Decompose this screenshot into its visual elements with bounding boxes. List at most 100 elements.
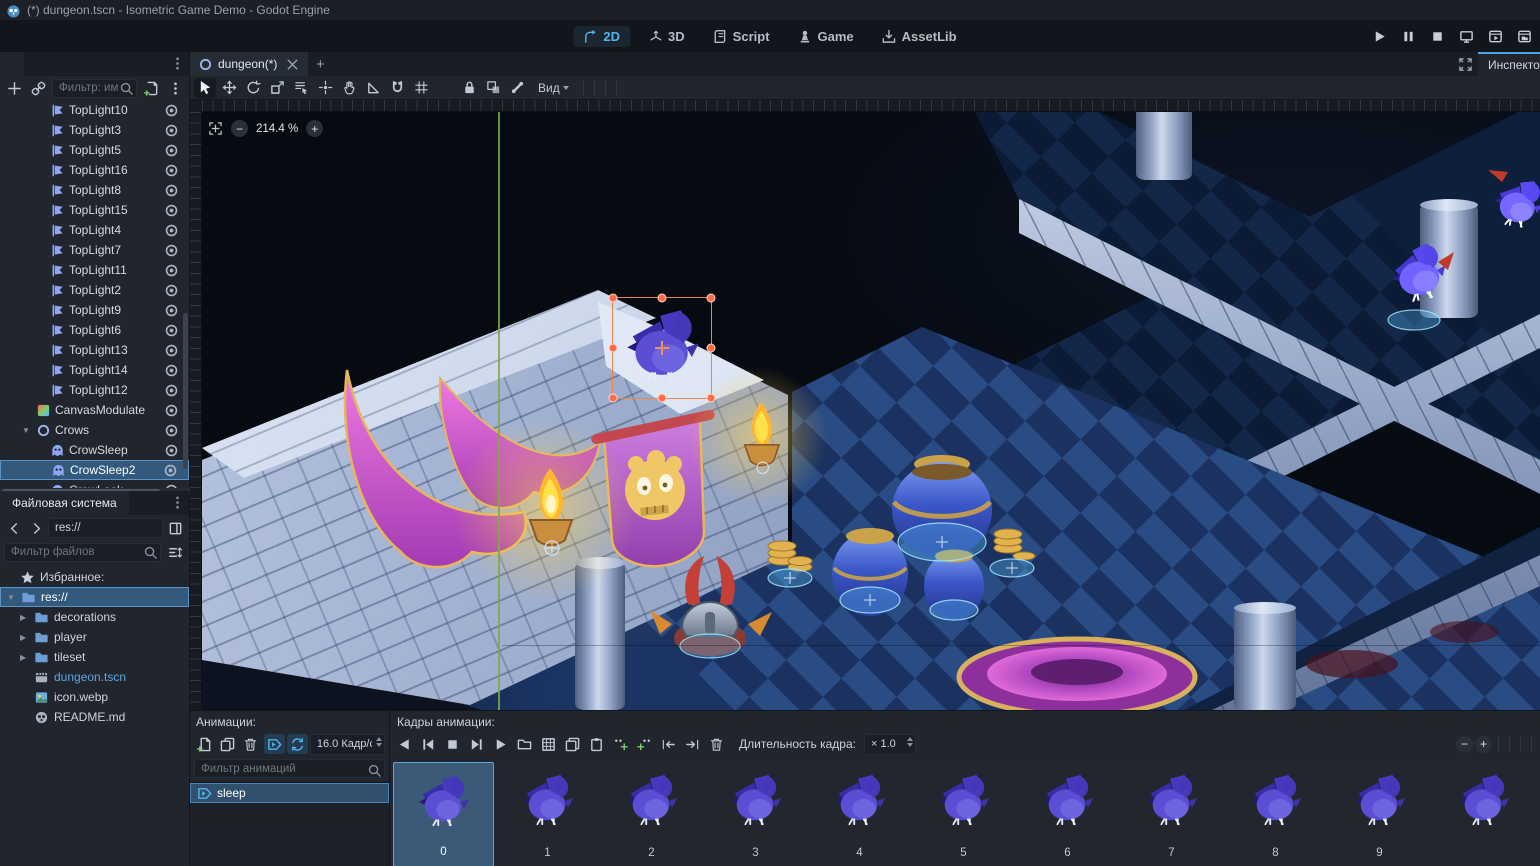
file-row[interactable]: ▶ tileset <box>0 647 189 667</box>
scale-tool[interactable] <box>266 78 288 98</box>
stop-button[interactable] <box>1427 26 1447 46</box>
copy-frame-button[interactable] <box>561 734 583 754</box>
close-icon[interactable] <box>285 57 300 72</box>
resize-handle[interactable] <box>707 344 716 353</box>
scene-node-row[interactable]: TopLight7 <box>0 240 189 260</box>
visibility-eye-icon[interactable] <box>164 343 179 358</box>
select-tool[interactable] <box>194 78 216 98</box>
file-row[interactable]: dungeon.tscn <box>0 667 189 687</box>
visibility-eye-icon[interactable] <box>164 403 179 418</box>
autoplay-toggle[interactable] <box>264 734 285 754</box>
spinner-icon[interactable] <box>376 737 382 747</box>
expander-icon[interactable]: ▼ <box>22 426 32 435</box>
insert-before-button[interactable] <box>609 734 631 754</box>
visibility-eye-icon[interactable] <box>164 383 179 398</box>
expander-icon[interactable]: ▶ <box>20 633 29 642</box>
viewport-scene[interactable]: − 214.4 % + <box>202 112 1540 710</box>
visibility-eye-icon[interactable] <box>164 423 179 438</box>
play-start-button[interactable] <box>465 734 487 754</box>
scene-node-row[interactable]: TopLight5 <box>0 140 189 160</box>
file-row[interactable]: ▶ decorations <box>0 607 189 627</box>
stop-frames-button[interactable] <box>441 734 463 754</box>
selection-rect[interactable] <box>612 297 712 399</box>
grid-snap-toggle[interactable] <box>410 78 432 98</box>
tab-import-dock[interactable] <box>24 52 48 76</box>
zoom-out-button[interactable]: − <box>231 120 248 137</box>
visibility-eye-icon[interactable] <box>164 283 179 298</box>
play-backwards-end-button[interactable] <box>417 734 439 754</box>
visibility-eye-icon[interactable] <box>164 103 179 118</box>
position-tool[interactable] <box>314 78 336 98</box>
visibility-eye-icon[interactable] <box>164 183 179 198</box>
center-view-icon[interactable] <box>208 121 223 136</box>
scene-node-row[interactable]: TopLight16 <box>0 160 189 180</box>
scene-node-row[interactable]: TopLight2 <box>0 280 189 300</box>
scene-node-row[interactable]: TopLight3 <box>0 120 189 140</box>
frame-tile[interactable]: 6 <box>1017 762 1118 866</box>
add-frames-file-button[interactable] <box>513 734 535 754</box>
spinner-icon[interactable] <box>907 737 913 747</box>
file-row[interactable]: README.md <box>0 707 189 727</box>
tab-filesystem[interactable]: Файловая система <box>0 491 129 515</box>
filesystem-dock-menu-icon[interactable] <box>170 495 185 510</box>
scene-node-row[interactable]: TopLight14 <box>0 360 189 380</box>
visibility-eye-icon[interactable] <box>164 143 179 158</box>
file-filter-input[interactable] <box>4 543 161 562</box>
paste-frame-button[interactable] <box>585 734 607 754</box>
frame-tile[interactable]: 5 <box>913 762 1014 866</box>
scene-node-row[interactable]: TopLight10 <box>0 100 189 120</box>
frame-tile[interactable]: 9 <box>1329 762 1430 866</box>
group-button[interactable] <box>482 78 504 98</box>
play-custom-scene-button[interactable] <box>1514 26 1534 46</box>
duplicate-animation-button[interactable] <box>217 734 238 754</box>
scene-tree-menu-icon[interactable] <box>165 78 185 98</box>
menu-project[interactable] <box>30 32 50 40</box>
frame-tile[interactable]: 3 <box>705 762 806 866</box>
resize-handle[interactable] <box>658 394 667 403</box>
remote-debug-button[interactable] <box>1456 26 1476 46</box>
visibility-eye-icon[interactable] <box>164 223 179 238</box>
resize-handle[interactable] <box>707 394 716 403</box>
resize-handle[interactable] <box>707 294 716 303</box>
play-frames-button[interactable] <box>489 734 511 754</box>
menu-debug[interactable] <box>54 32 74 40</box>
tab-game[interactable]: Game <box>788 26 864 47</box>
visibility-eye-icon[interactable] <box>163 463 178 478</box>
visibility-eye-icon[interactable] <box>164 123 179 138</box>
new-scene-tab-button[interactable]: + <box>308 52 332 76</box>
file-row[interactable]: icon.webp <box>0 687 189 707</box>
list-select-tool[interactable] <box>290 78 312 98</box>
resize-handle[interactable] <box>609 294 618 303</box>
move-tool[interactable] <box>218 78 240 98</box>
pan-tool[interactable] <box>338 78 360 98</box>
tab-assetlib[interactable]: AssetLib <box>872 26 967 47</box>
scene-node-row[interactable]: ▼ Crows <box>0 420 189 440</box>
attach-script-button[interactable] <box>141 78 161 98</box>
visibility-eye-icon[interactable] <box>164 303 179 318</box>
add-node-button[interactable] <box>4 78 24 98</box>
scene-node-row[interactable]: CrowLook <box>0 480 189 488</box>
delete-animation-button[interactable] <box>240 734 261 754</box>
scene-node-row[interactable]: TopLight15 <box>0 200 189 220</box>
nav-back-icon[interactable] <box>4 518 24 538</box>
scene-node-row[interactable]: TopLight8 <box>0 180 189 200</box>
pause-button[interactable] <box>1398 26 1418 46</box>
visibility-eye-icon[interactable] <box>164 363 179 378</box>
play-button[interactable] <box>1369 26 1389 46</box>
move-frame-right-button[interactable] <box>681 734 703 754</box>
insert-after-button[interactable] <box>633 734 655 754</box>
visibility-eye-icon[interactable] <box>164 443 179 458</box>
loop-toggle[interactable] <box>287 734 308 754</box>
resize-handle[interactable] <box>658 294 667 303</box>
play-scene-button[interactable] <box>1485 26 1505 46</box>
visibility-eye-icon[interactable] <box>164 163 179 178</box>
scene-node-row[interactable]: TopLight4 <box>0 220 189 240</box>
tab-script[interactable]: Script <box>703 26 780 47</box>
visibility-eye-icon[interactable] <box>164 203 179 218</box>
rotate-tool[interactable] <box>242 78 264 98</box>
tab-2d[interactable]: 2D <box>573 26 630 47</box>
instance-scene-button[interactable] <box>28 78 48 98</box>
scene-dock-menu-icon[interactable] <box>170 56 185 71</box>
frames-zoom-in-button[interactable]: + <box>1475 736 1492 753</box>
frame-tile[interactable]: 4 <box>809 762 910 866</box>
